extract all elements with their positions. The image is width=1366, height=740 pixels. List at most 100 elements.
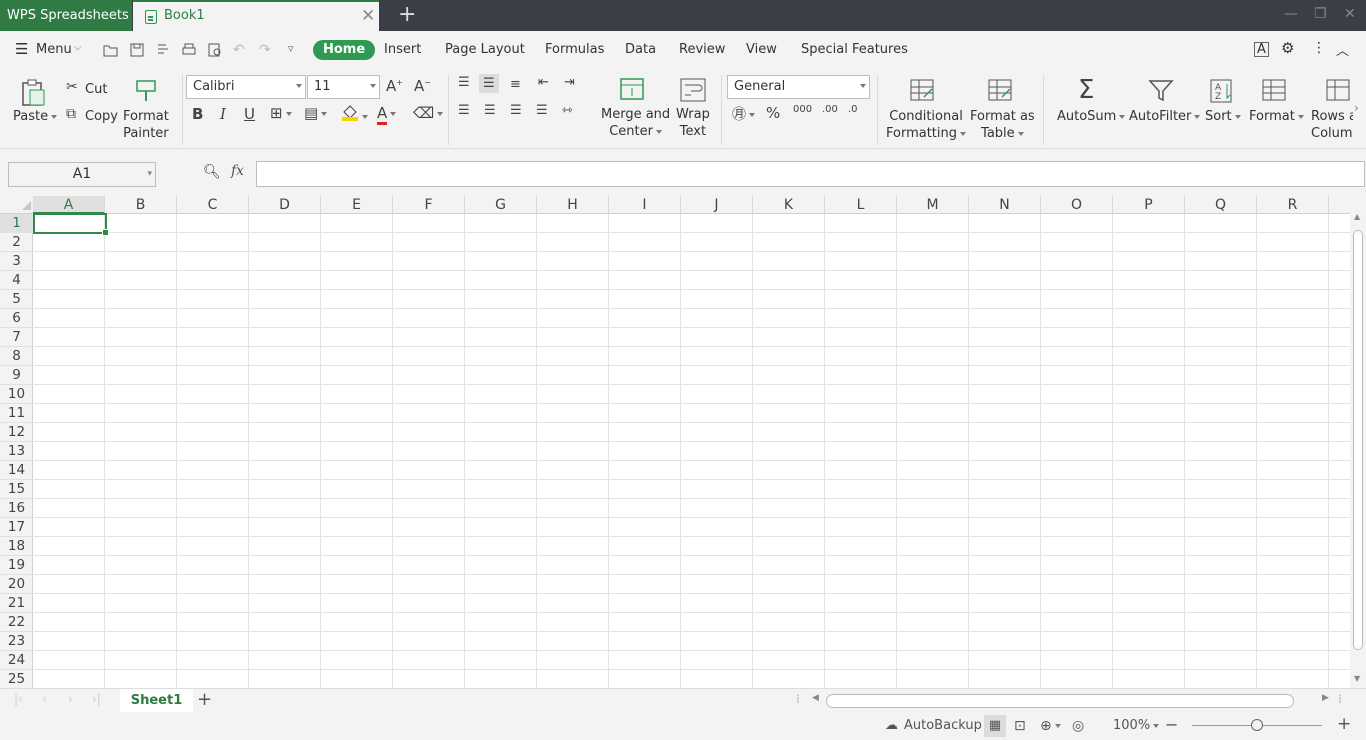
font-size-select[interactable]: 11 — [307, 75, 380, 99]
app-title[interactable]: WPS Spreadsheets — [0, 0, 132, 31]
ribbon-scroll-right-icon[interactable]: › — [1354, 101, 1359, 115]
hamburger-icon[interactable]: ☰ — [15, 40, 28, 58]
row-header[interactable]: 3 — [0, 252, 33, 271]
column-header[interactable]: O — [1041, 196, 1113, 214]
column-header[interactable]: E — [321, 196, 393, 214]
increase-decimal-icon[interactable]: .00 — [822, 104, 838, 115]
fx-icon[interactable]: fx — [231, 163, 244, 179]
select-all-icon[interactable] — [22, 201, 31, 210]
close-tab-icon[interactable]: ✕ — [361, 6, 375, 26]
underline-icon[interactable]: U — [244, 105, 255, 123]
row-header[interactable]: 24 — [0, 651, 33, 670]
save-icon[interactable] — [129, 42, 145, 58]
row-header[interactable]: 13 — [0, 442, 33, 461]
row-header[interactable]: 21 — [0, 594, 33, 613]
page-layout-view-icon[interactable]: ⊕ — [1040, 718, 1061, 734]
row-header[interactable]: 20 — [0, 575, 33, 594]
add-sheet-icon[interactable]: + — [197, 689, 212, 710]
fill-color-icon[interactable] — [341, 103, 368, 125]
column-header[interactable]: B — [105, 196, 177, 214]
scroll-right-icon[interactable]: ▶ — [1322, 693, 1329, 703]
format-as-table-button[interactable]: Format as Table — [970, 108, 1035, 142]
column-header[interactable]: J — [681, 196, 753, 214]
decrease-indent-icon[interactable]: ⇤ — [538, 75, 549, 90]
row-header[interactable]: 22 — [0, 613, 33, 632]
column-header[interactable]: H — [537, 196, 609, 214]
formula-input[interactable] — [256, 161, 1365, 187]
eye-protection-icon[interactable]: ◎ — [1072, 718, 1084, 734]
row-header[interactable]: 16 — [0, 499, 33, 518]
row-header[interactable]: 7 — [0, 328, 33, 347]
font-name-select[interactable]: Calibri — [186, 75, 306, 99]
cut-icon[interactable]: ✂ — [66, 79, 78, 95]
zoom-level[interactable]: 100% — [1113, 718, 1160, 733]
tab-formulas[interactable]: Formulas — [545, 40, 604, 60]
scroll-down-icon[interactable]: ▼ — [1354, 674, 1360, 683]
paste-button[interactable]: Paste — [13, 108, 58, 125]
vertical-scroll-thumb[interactable] — [1353, 230, 1363, 650]
tab-special-features[interactable]: Special Features — [801, 40, 908, 60]
format-button[interactable]: Format — [1249, 108, 1304, 125]
format-painter-icon[interactable] — [134, 78, 158, 108]
collapse-ribbon-icon[interactable]: ︿ — [1336, 40, 1352, 59]
align-left-icon[interactable]: ☰ — [458, 103, 470, 118]
format-icon[interactable] — [1262, 79, 1288, 107]
align-right-icon[interactable]: ☰ — [510, 103, 522, 118]
row-header[interactable]: 4 — [0, 271, 33, 290]
gear-icon[interactable]: ⚙ — [1281, 39, 1297, 57]
row-header[interactable]: 8 — [0, 347, 33, 366]
align-top-icon[interactable]: ☰ — [458, 75, 470, 90]
tab-home[interactable]: Home — [313, 40, 376, 60]
justify-icon[interactable]: ☰ — [536, 103, 548, 118]
normal-view-icon[interactable]: ▦ — [984, 715, 1006, 737]
page-break-view-icon[interactable]: ⊡ — [1014, 718, 1026, 734]
row-header[interactable]: 6 — [0, 309, 33, 328]
column-header[interactable]: F — [393, 196, 465, 214]
column-header[interactable]: G — [465, 196, 537, 214]
decrease-font-icon[interactable]: A− — [414, 77, 431, 95]
row-header[interactable]: 15 — [0, 480, 33, 499]
row-header[interactable]: 17 — [0, 518, 33, 537]
next-sheet-icon[interactable]: › — [68, 692, 73, 706]
first-sheet-icon[interactable]: |‹ — [14, 692, 23, 706]
decrease-decimal-icon[interactable]: .0 — [848, 104, 858, 115]
autosum-button[interactable]: AutoSum — [1057, 108, 1126, 125]
conditional-formatting-icon[interactable] — [910, 79, 936, 107]
column-header[interactable]: Q — [1185, 196, 1257, 214]
row-header[interactable]: 23 — [0, 632, 33, 651]
minimize-icon[interactable]: — — [1284, 6, 1298, 22]
zoom-out-button[interactable]: − — [1165, 715, 1178, 734]
scroll-left-icon[interactable]: ◀ — [812, 693, 819, 703]
italic-icon[interactable]: I — [220, 105, 226, 123]
wrap-text-icon[interactable] — [680, 78, 706, 106]
number-format-select[interactable]: General — [727, 75, 870, 99]
thousands-icon[interactable]: 000 — [793, 104, 812, 115]
tab-review[interactable]: Review — [679, 40, 725, 60]
print-preview-icon[interactable] — [207, 42, 223, 58]
tab-view[interactable]: View — [746, 40, 777, 60]
hscroll-split-icon[interactable]: ⁞ — [796, 692, 800, 706]
prev-sheet-icon[interactable]: ‹ — [42, 692, 47, 706]
column-header[interactable]: I — [609, 196, 681, 214]
hscroll-end-icon[interactable]: ⁞ — [1338, 692, 1342, 706]
bold-icon[interactable]: B — [192, 105, 203, 123]
active-cell[interactable] — [33, 213, 109, 236]
tab-page-layout[interactable]: Page Layout — [445, 40, 525, 60]
merge-center-icon[interactable] — [620, 78, 644, 104]
column-header[interactable]: P — [1113, 196, 1185, 214]
row-header[interactable]: 5 — [0, 290, 33, 309]
new-tab-button[interactable]: + — [398, 2, 416, 27]
font-icon[interactable]: A — [1254, 42, 1269, 57]
wrap-text-button[interactable]: Wrap Text — [676, 106, 710, 140]
sheet-tab[interactable]: Sheet1 — [120, 689, 193, 713]
align-bottom-icon[interactable]: ≡ — [510, 77, 521, 92]
cut-button[interactable]: Cut — [85, 81, 107, 98]
restore-icon[interactable]: ❐ — [1314, 6, 1327, 22]
document-tab[interactable]: Book1 ✕ — [133, 0, 379, 31]
tab-data[interactable]: Data — [625, 40, 656, 60]
row-header[interactable]: 9 — [0, 366, 33, 385]
last-sheet-icon[interactable]: ›| — [92, 692, 101, 706]
format-painter-button[interactable]: Format Painter — [123, 108, 169, 142]
autosum-icon[interactable]: Σ — [1078, 75, 1094, 105]
row-header[interactable]: 1 — [0, 214, 33, 233]
